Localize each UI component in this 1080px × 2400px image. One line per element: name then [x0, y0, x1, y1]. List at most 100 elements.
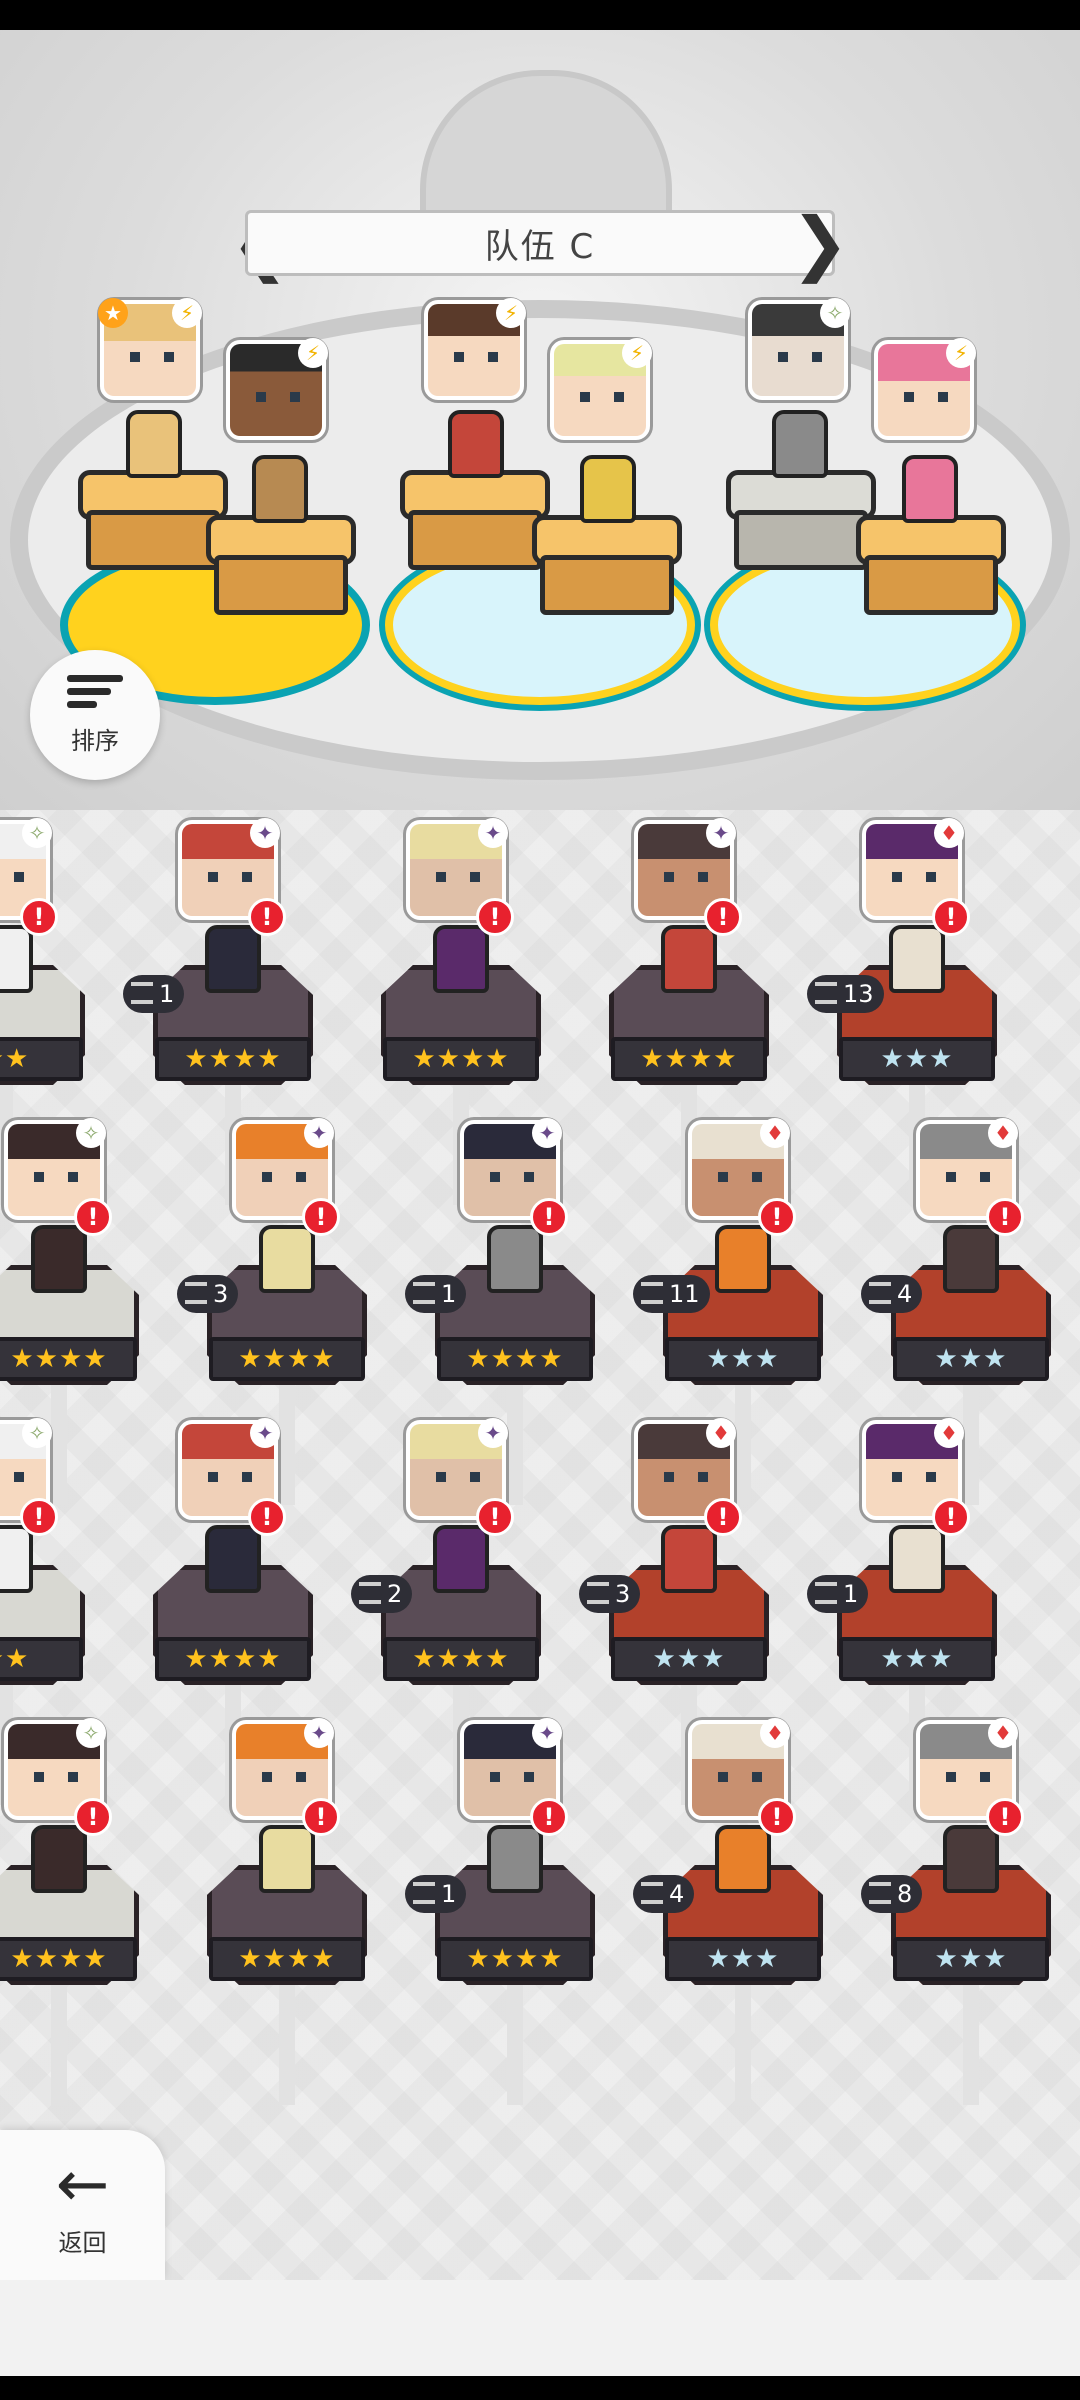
roster-character-sprite[interactable] — [943, 1825, 999, 1893]
roster-character-sprite[interactable] — [487, 1225, 543, 1293]
star-rating: ★★★★ — [155, 1637, 311, 1681]
alert-icon: ! — [932, 1498, 970, 1536]
star-icon: ★ — [98, 298, 128, 328]
moon-icon: ✦ — [304, 1118, 334, 1148]
copies-count: 11 — [669, 1280, 700, 1308]
next-team-arrow[interactable]: ❯ — [791, 202, 850, 284]
lightning-icon: ⚡ — [298, 338, 328, 368]
alert-icon: ! — [758, 1198, 796, 1236]
alert-icon: ! — [758, 1798, 796, 1836]
roster-character-sprite[interactable] — [31, 1225, 87, 1293]
sparkle-icon: ✧ — [820, 298, 850, 328]
alert-icon: ! — [302, 1798, 340, 1836]
roster-character-sprite[interactable] — [715, 1225, 771, 1293]
copies-count: 13 — [843, 980, 874, 1008]
team-character-sprite[interactable] — [902, 455, 958, 523]
alert-icon: ! — [302, 1198, 340, 1236]
copies-count: 4 — [669, 1880, 685, 1908]
diamond-icon: ♦ — [706, 1418, 736, 1448]
roster-character-sprite[interactable] — [0, 1525, 33, 1593]
team-pedestal — [206, 515, 356, 625]
team-character-sprite[interactable] — [126, 410, 182, 478]
diamond-icon: ♦ — [760, 1718, 790, 1748]
alert-icon: ! — [530, 1798, 568, 1836]
team-character-sprite[interactable] — [772, 410, 828, 478]
team-title: 队伍 C — [484, 226, 596, 267]
star-rating: ★★★ — [839, 1037, 995, 1081]
diamond-icon: ♦ — [760, 1118, 790, 1148]
stack-icon — [587, 1582, 609, 1604]
stack-icon — [413, 1882, 435, 1904]
sparkle-icon: ✧ — [76, 1118, 106, 1148]
sparkle-icon: ✧ — [22, 1418, 52, 1448]
star-rating: ★★ — [0, 1037, 83, 1081]
back-arrow-icon: ← — [55, 2147, 110, 2222]
moon-icon: ✦ — [532, 1118, 562, 1148]
roster-character-sprite[interactable] — [889, 925, 945, 993]
team-character-sprite[interactable] — [252, 455, 308, 523]
alert-icon: ! — [932, 898, 970, 936]
star-rating: ★★★★ — [437, 1937, 593, 1981]
copies-count-badge: 3 — [177, 1275, 239, 1313]
star-rating: ★★★★ — [209, 1337, 365, 1381]
alert-icon: ! — [74, 1198, 112, 1236]
lightning-icon: ⚡ — [496, 298, 526, 328]
lightning-icon: ⚡ — [946, 338, 976, 368]
team-pedestal — [726, 470, 876, 580]
roster-character-sprite[interactable] — [259, 1825, 315, 1893]
star-rating: ★★ — [0, 1637, 83, 1681]
roster-character-sprite[interactable] — [433, 1525, 489, 1593]
stack-icon — [641, 1882, 663, 1904]
copies-count: 1 — [441, 1880, 457, 1908]
team-character-sprite[interactable] — [580, 455, 636, 523]
game-screen: ❮ 队伍 C ❯ ★ ⚡ ⚡ ⚡ ⚡ ✧ ⚡ 排序 ★★✧!★★★★1✦!★★★… — [0, 0, 1080, 2400]
copies-count: 8 — [897, 1880, 913, 1908]
team-pedestal — [400, 470, 550, 580]
roster-character-sprite[interactable] — [205, 1525, 261, 1593]
star-rating: ★★★ — [893, 1337, 1049, 1381]
alert-icon: ! — [704, 1498, 742, 1536]
roster-character-sprite[interactable] — [31, 1825, 87, 1893]
roster-character-sprite[interactable] — [433, 925, 489, 993]
roster-character-sprite[interactable] — [259, 1225, 315, 1293]
back-button[interactable]: ← 返回 — [0, 2130, 165, 2280]
alert-icon: ! — [986, 1198, 1024, 1236]
star-rating: ★★★ — [839, 1637, 995, 1681]
roster-character-sprite[interactable] — [205, 925, 261, 993]
roster-character-sprite[interactable] — [943, 1225, 999, 1293]
team-pedestal — [532, 515, 682, 625]
copies-count-badge: 1 — [123, 975, 185, 1013]
roster-character-sprite[interactable] — [661, 925, 717, 993]
roster-character-sprite[interactable] — [715, 1825, 771, 1893]
stack-icon — [815, 1582, 837, 1604]
stack-icon — [641, 1282, 663, 1304]
navigation-bar — [0, 2376, 1080, 2400]
roster-character-sprite[interactable] — [0, 925, 33, 993]
team-character-sprite[interactable] — [448, 410, 504, 478]
alert-icon: ! — [986, 1798, 1024, 1836]
star-rating: ★★★ — [611, 1637, 767, 1681]
moon-icon: ✦ — [706, 818, 736, 848]
copies-count-badge: 13 — [807, 975, 884, 1013]
sort-button[interactable]: 排序 — [30, 650, 160, 780]
alert-icon: ! — [248, 898, 286, 936]
copies-count-badge: 2 — [351, 1575, 413, 1613]
star-rating: ★★★ — [893, 1937, 1049, 1981]
copies-count: 2 — [387, 1580, 403, 1608]
alert-icon: ! — [248, 1498, 286, 1536]
lightning-icon: ⚡ — [622, 338, 652, 368]
alert-icon: ! — [704, 898, 742, 936]
diamond-icon: ♦ — [988, 1718, 1018, 1748]
sparkle-icon: ✧ — [76, 1718, 106, 1748]
stack-icon — [815, 982, 837, 1004]
moon-icon: ✦ — [478, 1418, 508, 1448]
stack-icon — [359, 1582, 381, 1604]
roster-character-sprite[interactable] — [889, 1525, 945, 1593]
copies-count: 1 — [159, 980, 175, 1008]
roster-character-sprite[interactable] — [487, 1825, 543, 1893]
roster-character-sprite[interactable] — [661, 1525, 717, 1593]
copies-count: 1 — [441, 1280, 457, 1308]
moon-icon: ✦ — [532, 1718, 562, 1748]
stack-icon — [185, 1282, 207, 1304]
stack-icon — [413, 1282, 435, 1304]
